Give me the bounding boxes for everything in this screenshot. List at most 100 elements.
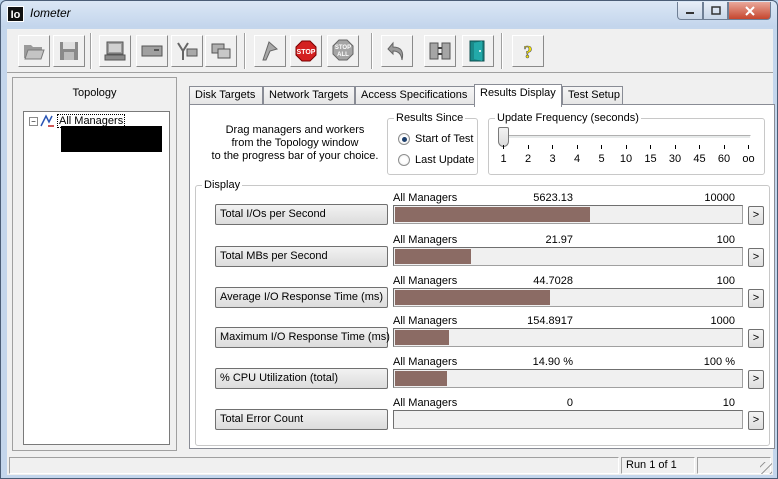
- tab-test-setup[interactable]: Test Setup: [562, 86, 623, 106]
- topology-panel: Topology − All Managers: [12, 77, 177, 451]
- tab-results-display[interactable]: Results Display: [474, 84, 562, 107]
- metric-select-button[interactable]: Maximum I/O Response Time (ms): [215, 327, 390, 348]
- topology-tree[interactable]: − All Managers: [23, 111, 170, 445]
- metric-range-max: 100 %: [703, 356, 735, 368]
- open-config-button[interactable]: [18, 35, 50, 67]
- progress-bar-fill: [395, 207, 590, 222]
- slider-tick: [699, 145, 700, 149]
- minimize-button[interactable]: [677, 2, 703, 20]
- reset-arrow-icon: [387, 41, 404, 61]
- metric-select-button[interactable]: Total I/Os per Second: [215, 204, 388, 225]
- help-button[interactable]: ?: [512, 35, 544, 67]
- network-worker-icon: [141, 45, 163, 57]
- metric-source-label: All Managers: [393, 275, 458, 287]
- slider-tick-label: 2: [524, 153, 532, 165]
- tab-access-specifications[interactable]: Access Specifications: [355, 86, 475, 106]
- metric-range-max: 1000: [710, 315, 735, 327]
- reset-workers-button[interactable]: [381, 35, 413, 67]
- stop-all-button[interactable]: STOP ALL: [327, 35, 359, 67]
- slider-tick: [650, 145, 651, 149]
- close-icon: [744, 5, 755, 16]
- slider-tick-label: 3: [549, 153, 556, 165]
- metric-value: 5623.13: [533, 192, 573, 204]
- maximize-icon: [710, 6, 721, 15]
- radio-button[interactable]: [398, 133, 410, 145]
- metric-select-button[interactable]: Total Error Count: [215, 409, 388, 430]
- progress-bar-fill: [395, 330, 449, 345]
- metric-more-button[interactable]: >: [748, 370, 764, 389]
- metric-source-label: All Managers: [393, 356, 458, 368]
- save-config-button[interactable]: [53, 35, 85, 67]
- display-group: Display Total I/Os per Second All Manager…: [195, 179, 770, 446]
- title-bar[interactable]: Io Iometer: [1, 1, 777, 27]
- tab-disk-targets[interactable]: Disk Targets: [189, 86, 263, 106]
- metric-more-button[interactable]: >: [748, 329, 764, 348]
- close-button[interactable]: [728, 2, 771, 20]
- slider-tick-label: 1: [500, 153, 507, 165]
- metric-more-button[interactable]: >: [748, 248, 764, 267]
- start-disk-worker-button[interactable]: [99, 35, 131, 67]
- tree-expander[interactable]: −: [29, 117, 38, 126]
- metric-value: 21.97: [545, 234, 573, 246]
- slider-tick: [601, 145, 602, 149]
- drag-instructions: Drag managers and workers from the Topol…: [210, 124, 380, 163]
- toolbar: STOP STOP ALL ?: [7, 29, 773, 73]
- copy-worker-button[interactable]: [205, 35, 237, 67]
- topology-title: Topology: [72, 87, 117, 99]
- instructions-line-2: from the Topology window: [231, 137, 359, 149]
- minimize-icon: [686, 11, 694, 14]
- instructions-line-3: to the progress bar of your choice.: [211, 150, 379, 162]
- progress-bar[interactable]: [393, 410, 743, 429]
- radio-last-update[interactable]: Last Update: [398, 153, 474, 167]
- stop-text: STOP: [297, 49, 316, 56]
- start-network-worker-button[interactable]: [136, 35, 168, 67]
- update-frequency-track[interactable]: [501, 135, 751, 139]
- progress-bar[interactable]: [393, 288, 743, 307]
- progress-bar[interactable]: [393, 369, 743, 388]
- exit-door-icon: [469, 40, 485, 62]
- progress-bar[interactable]: [393, 328, 743, 347]
- caption-buttons: [677, 2, 771, 20]
- start-tests-button[interactable]: [254, 35, 286, 67]
- green-flag-icon: [262, 41, 279, 61]
- instructions-line-1: Drag managers and workers: [225, 124, 365, 136]
- slider-tick: [674, 145, 676, 149]
- progress-bar[interactable]: [393, 247, 743, 266]
- radio-start-of-test[interactable]: Start of Test: [398, 132, 474, 146]
- metric-select-button[interactable]: Total MBs per Second: [215, 246, 388, 267]
- metric-range-max: 10: [722, 397, 735, 409]
- metric-more-button[interactable]: >: [748, 289, 764, 308]
- all-managers-icon: [40, 114, 54, 127]
- metric-value: 154.8917: [527, 315, 573, 327]
- exit-button[interactable]: [462, 35, 494, 67]
- stop-all-text-2: ALL: [337, 52, 349, 58]
- progress-bar-fill: [395, 249, 471, 264]
- maximize-button[interactable]: [703, 2, 728, 20]
- update-frequency-group: Update Frequency (seconds) 1 2 3 4 5 10 15 30 45…: [488, 112, 765, 175]
- metric-select-button[interactable]: Average I/O Response Time (ms): [215, 287, 388, 308]
- metric-more-button[interactable]: >: [748, 411, 764, 430]
- stop-all-text: STOP: [335, 45, 351, 51]
- update-frequency-slider[interactable]: [498, 127, 509, 147]
- metric-value: 44.7028: [533, 275, 573, 287]
- slider-tick-label: 45: [693, 153, 706, 165]
- radio-label-start-of-test: Start of Test: [415, 133, 474, 145]
- disconnect-workers-button[interactable]: [424, 35, 456, 67]
- radio-button[interactable]: [398, 154, 410, 166]
- stop-sign-icon: STOP: [295, 40, 317, 62]
- metric-more-button[interactable]: >: [748, 206, 764, 225]
- radio-label-last-update: Last Update: [415, 154, 475, 166]
- add-manager-button[interactable]: [171, 35, 203, 67]
- resize-grip[interactable]: [760, 462, 772, 474]
- tab-network-targets[interactable]: Network Targets: [263, 86, 355, 106]
- metric-select-button[interactable]: % CPU Utilization (total): [215, 368, 388, 389]
- slider-tick-label: oo: [742, 153, 755, 165]
- stop-all-sign-icon: STOPALL: [332, 39, 354, 61]
- window-title: Iometer: [30, 6, 71, 20]
- slider-tick: [552, 145, 553, 149]
- app-icon[interactable]: Io: [7, 6, 24, 22]
- stop-test-button[interactable]: STOP: [290, 35, 322, 67]
- status-bar: Run 1 of 1: [7, 455, 773, 475]
- slider-tick-label: 5: [598, 153, 605, 165]
- progress-bar[interactable]: [393, 205, 743, 224]
